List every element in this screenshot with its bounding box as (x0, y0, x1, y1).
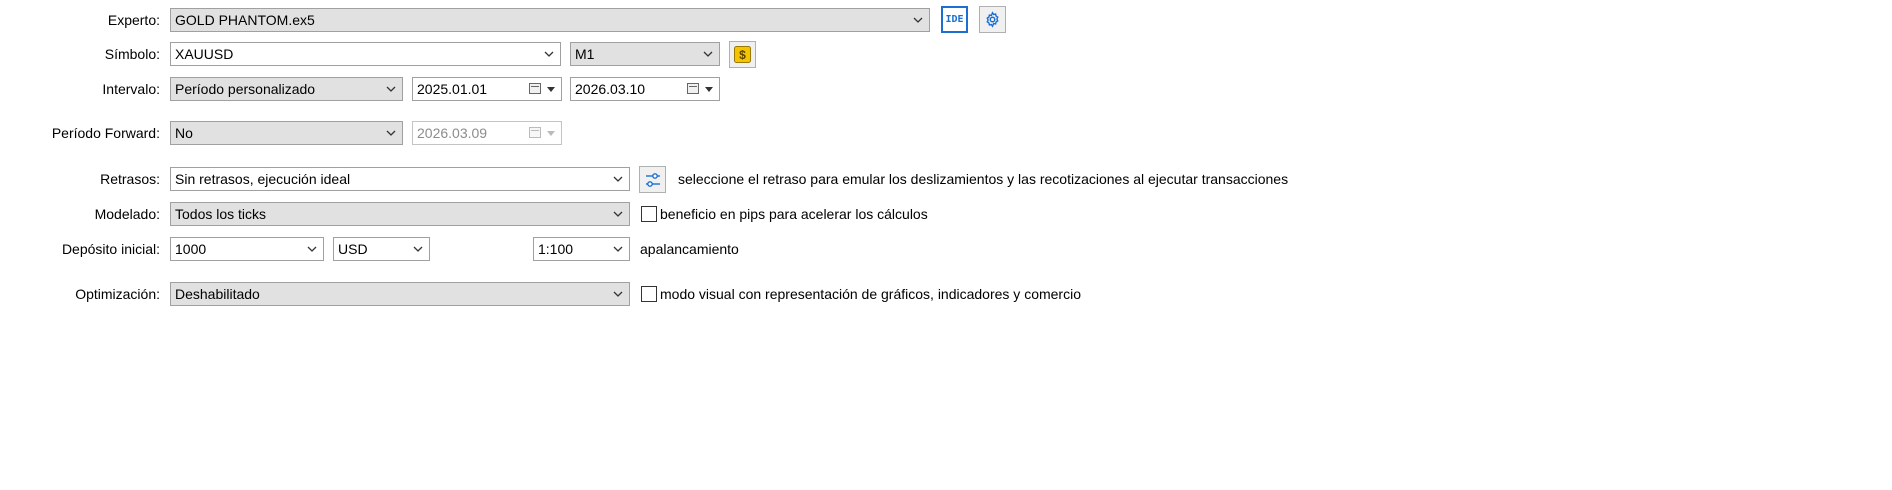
chevron-down-icon (542, 43, 556, 65)
chevron-down-icon (911, 9, 925, 31)
chevron-down-icon (611, 238, 625, 260)
ide-button[interactable]: IDE (941, 6, 968, 33)
delay-value: Sin retrasos, ejecución ideal (175, 171, 351, 187)
currency-select[interactable]: USD (333, 237, 430, 261)
intervalo-label: Intervalo: (102, 81, 160, 97)
chevron-down-icon (384, 122, 398, 144)
leverage-label: apalancamiento (640, 241, 739, 257)
deposito-label: Depósito inicial: (61, 241, 160, 257)
interval-value: Período personalizado (175, 81, 316, 97)
chevron-down-icon (384, 78, 398, 100)
modelado-label: Modelado: (94, 206, 160, 222)
chevron-down-icon (611, 168, 625, 190)
symbol-select[interactable]: XAUUSD (170, 42, 561, 66)
svg-text:$: $ (739, 48, 746, 62)
currency-value: USD (338, 241, 368, 257)
delay-settings-button[interactable] (639, 166, 666, 193)
deposit-value: 1000 (175, 241, 207, 257)
forward-value: No (175, 125, 193, 141)
forward-date-picker: 2026.03.09 (412, 121, 562, 145)
sliders-icon (645, 172, 660, 187)
experto-label: Experto: (107, 12, 160, 28)
caret-down-icon (547, 87, 555, 92)
chevron-down-icon (411, 238, 425, 260)
forward-label: Período Forward: (51, 125, 160, 141)
forward-date-value: 2026.03.09 (417, 125, 488, 141)
timeframe-select[interactable]: M1 (570, 42, 720, 66)
pips-profit-checkbox[interactable] (641, 206, 657, 222)
chevron-down-icon (305, 238, 319, 260)
timeframe-value: M1 (575, 46, 595, 62)
deposit-select[interactable]: 1000 (170, 237, 324, 261)
interval-select[interactable]: Período personalizado (170, 77, 403, 101)
gear-icon (986, 11, 999, 28)
symbol-value: XAUUSD (175, 46, 234, 62)
pips-profit-label: beneficio en pips para acelerar los cálc… (660, 206, 928, 222)
dollar-icon: $ (734, 46, 751, 63)
leverage-value: 1:100 (538, 241, 574, 257)
date-to-value: 2026.03.10 (575, 81, 646, 97)
date-from-picker[interactable]: 2025.01.01 (412, 77, 562, 101)
experto-select[interactable]: GOLD PHANTOM.ex5 (170, 8, 930, 32)
chevron-down-icon (611, 203, 625, 225)
optimization-value: Deshabilitado (175, 286, 260, 302)
caret-down-icon (547, 131, 555, 136)
experto-value: GOLD PHANTOM.ex5 (175, 12, 315, 28)
delay-hint: seleccione el retraso para emular los de… (678, 171, 1289, 187)
visual-mode-label: modo visual con representación de gráfic… (660, 286, 1081, 302)
delay-select[interactable]: Sin retrasos, ejecución ideal (170, 167, 630, 191)
modeling-select[interactable]: Todos los ticks (170, 202, 630, 226)
optimizacion-label: Optimización: (75, 286, 160, 302)
calendar-icon (529, 127, 541, 138)
symbol-properties-button[interactable]: $ (729, 41, 756, 68)
calendar-icon (687, 83, 699, 94)
date-from-value: 2025.01.01 (417, 81, 488, 97)
expert-settings-button[interactable] (979, 6, 1006, 33)
date-to-picker[interactable]: 2026.03.10 (570, 77, 720, 101)
forward-select[interactable]: No (170, 121, 403, 145)
leverage-select[interactable]: 1:100 (533, 237, 630, 261)
visual-mode-checkbox[interactable] (641, 286, 657, 302)
optimization-select[interactable]: Deshabilitado (170, 282, 630, 306)
calendar-icon (529, 83, 541, 94)
chevron-down-icon (611, 283, 625, 305)
chevron-down-icon (701, 43, 715, 65)
caret-down-icon (705, 87, 713, 92)
simbolo-label: Símbolo: (104, 46, 160, 62)
modeling-value: Todos los ticks (175, 206, 267, 222)
retrasos-label: Retrasos: (100, 171, 160, 187)
